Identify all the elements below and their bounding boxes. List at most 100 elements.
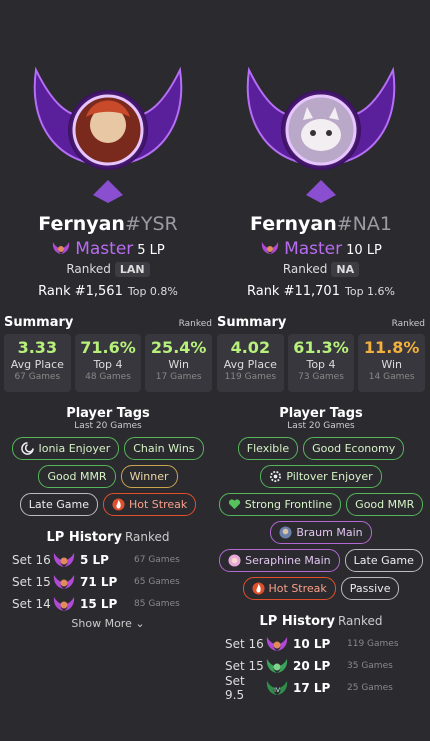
tag-passive[interactable]: Passive [340, 577, 400, 600]
tag-good-mmr[interactable]: Good MMR [346, 493, 424, 516]
rank-tier-row: Master 10 LP [217, 239, 425, 259]
master-emblem-icon [231, 55, 411, 205]
tag-label: Ionia Enjoyer [38, 442, 111, 455]
stat-top4: 71.6% Top 4 48 Games [74, 334, 142, 392]
riot-tag: #NA1 [336, 213, 392, 235]
master-mini-icon [266, 637, 288, 651]
history-set: Set 16 [225, 637, 264, 651]
tag-braum-main[interactable]: Braum Main [270, 521, 372, 544]
stat-games: 14 Games [368, 372, 415, 382]
braum-portrait-icon [279, 526, 292, 539]
stat-value: 3.33 [17, 338, 58, 357]
tag-good-mmr[interactable]: Good MMR [38, 465, 116, 488]
show-more-button[interactable]: Show More ⌄ [4, 617, 212, 630]
master-mini-icon [53, 575, 75, 589]
history-games: 35 Games [347, 661, 393, 671]
tag-label: Braum Main [296, 526, 363, 539]
master-emblem-icon [18, 55, 198, 205]
tag-label: Seraphine Main [245, 554, 331, 567]
tag-hot-streak[interactable]: Hot Streak [102, 493, 197, 516]
riot-tag: #YSR [124, 213, 178, 235]
stat-win: 11.8% Win 14 Games [358, 334, 426, 392]
tag-winner[interactable]: Winner [120, 465, 178, 488]
history-lp: 17 LP [293, 681, 331, 695]
stat-label: Top 4 [93, 358, 123, 371]
tag-strong-frontline[interactable]: Strong Frontline [218, 493, 342, 516]
gear-icon [270, 470, 282, 483]
history-games: 65 Games [134, 577, 180, 587]
tag-label: Piltover Enjoyer [286, 470, 373, 483]
region-badge: LAN [114, 262, 150, 277]
tag-label: Good MMR [355, 498, 415, 511]
stat-value: 25.4% [150, 338, 207, 357]
player-tags-subtitle: Last 20 Games [74, 421, 142, 431]
player-tags-list: Flexible Good Economy Piltover Enjoyer S… [217, 437, 425, 600]
tier-label: Master [284, 239, 343, 259]
history-games: 85 Games [134, 599, 180, 609]
player-tags-subtitle: Last 20 Games [287, 421, 355, 431]
tag-flexible[interactable]: Flexible [237, 437, 299, 460]
tag-good-economy[interactable]: Good Economy [303, 437, 405, 460]
tag-seraphine-main[interactable]: Seraphine Main [219, 549, 340, 572]
queue-label: Ranked [66, 262, 111, 276]
stat-avg-place: 3.33 Avg Place 67 Games [4, 334, 71, 392]
lp-history-subtitle: Ranked [124, 530, 170, 544]
stat-value: 11.8% [363, 338, 420, 357]
tag-chain-wins[interactable]: Chain Wins [124, 437, 204, 460]
history-row: Set 16 5 LP 67 Games [4, 549, 212, 571]
history-set: Set 14 [12, 597, 51, 611]
history-set: Set 15 [225, 659, 264, 673]
history-row: Set 9.5 IV 17 LP 25 Games [217, 674, 425, 702]
stat-label: Avg Place [223, 358, 277, 371]
master-mini-icon [53, 597, 75, 611]
rank-position: Rank #11,701 [246, 284, 340, 299]
history-lp: 15 LP [80, 597, 118, 611]
stat-value: 4.02 [230, 338, 271, 357]
emerald-mini-icon: IV [266, 681, 288, 695]
stats-row: 4.02 Avg Place 119 Games 61.3% Top 4 73 … [217, 334, 426, 392]
summary-title: Summary [217, 315, 287, 330]
summoner-name: Fernyan [250, 213, 337, 235]
lp-history-title: LP History Ranked [4, 530, 212, 545]
rank-tier-row: Master 5 LP [4, 239, 212, 259]
player-tags-title: Player Tags [279, 406, 363, 421]
stat-games: 48 Games [85, 372, 131, 382]
tag-hot-streak[interactable]: Hot Streak [242, 577, 336, 600]
region-badge: NA [331, 262, 360, 277]
summary-subtitle: Ranked [391, 319, 425, 329]
summoner-name: Fernyan [38, 213, 125, 235]
summary-header: Summary Ranked [4, 315, 212, 330]
stat-label: Win [381, 358, 403, 371]
history-lp: 5 LP [80, 553, 109, 567]
tag-label: Good MMR [47, 470, 107, 483]
history-set: Set 15 [12, 575, 51, 589]
history-row: Set 15 71 LP 65 Games [4, 571, 212, 593]
history-set: Set 9.5 [225, 674, 245, 702]
queue-row: Ranked NA [217, 262, 425, 277]
tag-label: Hot Streak [128, 498, 188, 511]
master-mini-icon [53, 553, 75, 567]
tag-label: Late Game [28, 498, 89, 511]
player-tags-list: Ionia Enjoyer Chain Wins Good MMR Winner… [4, 437, 212, 516]
stat-value: 61.3% [293, 338, 349, 357]
summary-header: Summary Ranked [217, 315, 425, 330]
tag-piltover-enjoyer[interactable]: Piltover Enjoyer [260, 465, 382, 488]
tag-ionia-enjoyer[interactable]: Ionia Enjoyer [12, 437, 120, 460]
lp-history-label: LP History [46, 530, 122, 545]
stat-label: Top 4 [306, 358, 336, 371]
history-lp: 20 LP [293, 659, 331, 673]
flame-icon [251, 582, 265, 595]
svg-text:IV: IV [274, 687, 281, 694]
tag-late-game[interactable]: Late Game [19, 493, 98, 516]
history-row: Set 16 10 LP 119 Games [217, 633, 425, 655]
lp-history-title: LP History Ranked [217, 614, 425, 629]
history-row: Set 14 15 LP 85 Games [4, 593, 212, 615]
player-name: Fernyan#YSR [4, 213, 212, 235]
lp-history-label: LP History [259, 614, 335, 629]
tag-label: Good Economy [312, 442, 396, 455]
stat-label: Avg Place [10, 358, 64, 371]
stat-games: 73 Games [298, 372, 344, 382]
queue-label: Ranked [282, 262, 328, 276]
tag-late-game[interactable]: Late Game [344, 549, 423, 572]
tag-label: Passive [349, 582, 391, 595]
